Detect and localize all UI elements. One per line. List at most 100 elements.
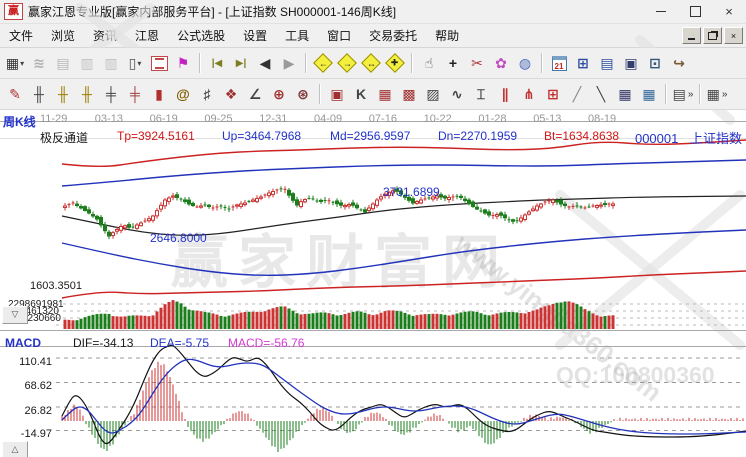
time-ruler-tool[interactable]: ╪ [124,82,146,106]
pattern-grid-tool[interactable]: ▩ [398,82,420,106]
menu-6[interactable]: 设置 [234,25,276,47]
gann-flower-tool[interactable]: ✿ [490,51,512,75]
exit-tool[interactable]: ↪ [668,51,690,75]
prev-page-button[interactable]: ◀ [254,51,276,75]
param-md: Md=2956.9597 [330,129,410,143]
spiral-tool[interactable]: @ [172,82,194,106]
menu-8[interactable]: 窗口 [318,25,360,47]
square-spiral-tool[interactable]: ▣ [326,82,348,106]
gann-circle-tool[interactable]: ⊕ [268,82,290,106]
first-page-button-icon: |◀ [212,58,223,69]
menu-2[interactable]: 浏览 [42,25,84,47]
indicator-name[interactable]: 极反通道 [40,129,88,146]
sphere-pattern-tool[interactable]: ◍ [514,51,536,75]
crosshair-tool[interactable]: + [442,51,464,75]
menu-7[interactable]: 工具 [276,25,318,47]
kline-marker-tool[interactable]: K [350,82,372,106]
diamond-shift-right-icon: → [337,53,357,73]
menu-3[interactable]: 资讯 [84,25,126,47]
red-rays-tool[interactable]: ∥ [494,82,516,106]
notepad-tool[interactable]: ▤ [596,51,618,75]
macd-pane-title[interactable]: MACD [5,336,41,350]
next-page-button[interactable]: ▶ [278,51,300,75]
blue-grid-tool-2[interactable]: ▦ [638,82,660,106]
maximize-button[interactable] [678,0,712,23]
indicator-bars-tool[interactable]: ▥ [76,51,98,75]
time-ruler-tool-icon: ╪ [130,86,140,102]
minimize-button[interactable] [644,0,678,23]
toolbar-main: ▦▾≋▤▥▥▯▾⚑|◀▶|◀▶←→↔✚☝+✂✿◍21⊞▤▣⊡↪ [0,48,746,79]
blue-grid-tool[interactable]: ▦ [614,82,636,106]
price-label-bt: 1603.3501 [30,280,82,292]
dense-grid-tool[interactable]: ♯ [196,82,218,106]
diamond-expand[interactable]: ↔ [360,51,382,75]
info-board-tool[interactable]: ▤ [52,51,74,75]
menu-10[interactable]: 帮助 [426,25,468,47]
red-top-grid-tool[interactable]: ▦ [374,82,396,106]
close-button[interactable]: × [712,0,746,23]
collapse-volume-button[interactable]: ▽ [2,306,28,324]
menu-4[interactable]: 江恩 [126,25,168,47]
list-expand-button[interactable]: ▤» [672,82,694,106]
pen-draw-tool[interactable]: ✎ [4,82,26,106]
hatch-square-tool[interactable]: ▨ [422,82,444,106]
first-page-button[interactable]: |◀ [206,51,228,75]
zigzag-wave-tool[interactable]: ∿ [446,82,468,106]
gann-wheel-tool[interactable]: ⊛ [292,82,314,106]
calendar-tool[interactable]: 21 [548,51,570,75]
gann-grid-tool[interactable]: ╫ [28,82,50,106]
pencil-line-tool[interactable]: ╱ [566,82,588,106]
red-fan-tool[interactable]: ⋔ [518,82,540,106]
date-tick: 07-16 [369,113,397,125]
calculator-tool-icon: ⊞ [577,55,589,72]
last-page-button[interactable]: ▶| [230,51,252,75]
gann-grid-troughs-tool[interactable]: ╫ [76,82,98,106]
expand-chevron-icon: » [722,89,728,100]
menu-9[interactable]: 交易委托 [360,25,426,47]
price-ruler-tool[interactable]: ╪ [100,82,122,106]
mdi-restore-button[interactable] [703,27,722,44]
symbol-name[interactable]: 上证指数 [690,131,742,146]
jifan-channel-tool[interactable] [148,51,170,75]
diamond-shift-right[interactable]: → [336,51,358,75]
calendar-icon: 21 [552,56,567,71]
param-dn: Dn=2270.1959 [438,129,517,143]
pick-measure-tool-icon: ✂ [471,55,483,72]
menu-1[interactable]: 文件 [0,25,42,47]
period-tab-weekly[interactable]: 周K线 [3,113,36,130]
collapse-macd-button[interactable]: △ [2,441,28,457]
brush-tool[interactable]: ▮ [148,82,170,106]
export-tool[interactable]: ⊡ [644,51,666,75]
calculator-tool[interactable]: ⊞ [572,51,594,75]
macd-macd-value: MACD=-56.76 [228,336,304,350]
brush-tool-icon: ▮ [155,86,163,103]
diamond-shift-left[interactable]: ← [312,51,334,75]
symbol-code[interactable]: 000001 [635,131,678,146]
flower-grid-tool[interactable]: ❖ [220,82,242,106]
double-ray-tool[interactable]: ╲ [590,82,612,106]
beam-tool[interactable]: ⌶ [470,82,492,106]
diamond-zoom[interactable]: ✚ [384,51,406,75]
kline-period-selector[interactable]: ▦▾ [4,51,26,75]
mdi-minimize-button[interactable] [682,27,701,44]
mdi-close-icon: × [731,31,736,41]
hand-drag-tool-icon: ☝ [425,55,434,72]
menu-5[interactable]: 公式选股 [168,25,234,47]
title-bar[interactable]: 赢 赢家江恩专业版[赢家内部服务平台] - [上证指数 SH000001-146… [0,0,746,24]
flask-selector[interactable]: ▯▾ [124,51,146,75]
hand-drag-tool[interactable]: ☝ [418,51,440,75]
indicator-bars-tool-2-icon: ▥ [104,55,117,72]
pick-measure-tool[interactable]: ✂ [466,51,488,75]
date-tick: 04-09 [314,113,342,125]
gann-angle-tool[interactable]: ∠ [244,82,266,106]
save-tool[interactable]: ▣ [620,51,642,75]
flag-mark-tool[interactable]: ⚑ [172,51,194,75]
grid-expand-button[interactable]: ▦» [706,82,728,106]
red-web-tool[interactable]: ⊞ [542,82,564,106]
trend-wave-tool[interactable]: ≋ [28,51,50,75]
mdi-close-button[interactable]: × [724,27,743,44]
chart-area[interactable]: 赢家财富网 www.yingjia360.com QQ:100800360 周K… [0,110,746,457]
gann-grid-peaks-tool[interactable]: ╫ [52,82,74,106]
flower-grid-tool-icon: ❖ [225,86,238,103]
indicator-bars-tool-2[interactable]: ▥ [100,51,122,75]
